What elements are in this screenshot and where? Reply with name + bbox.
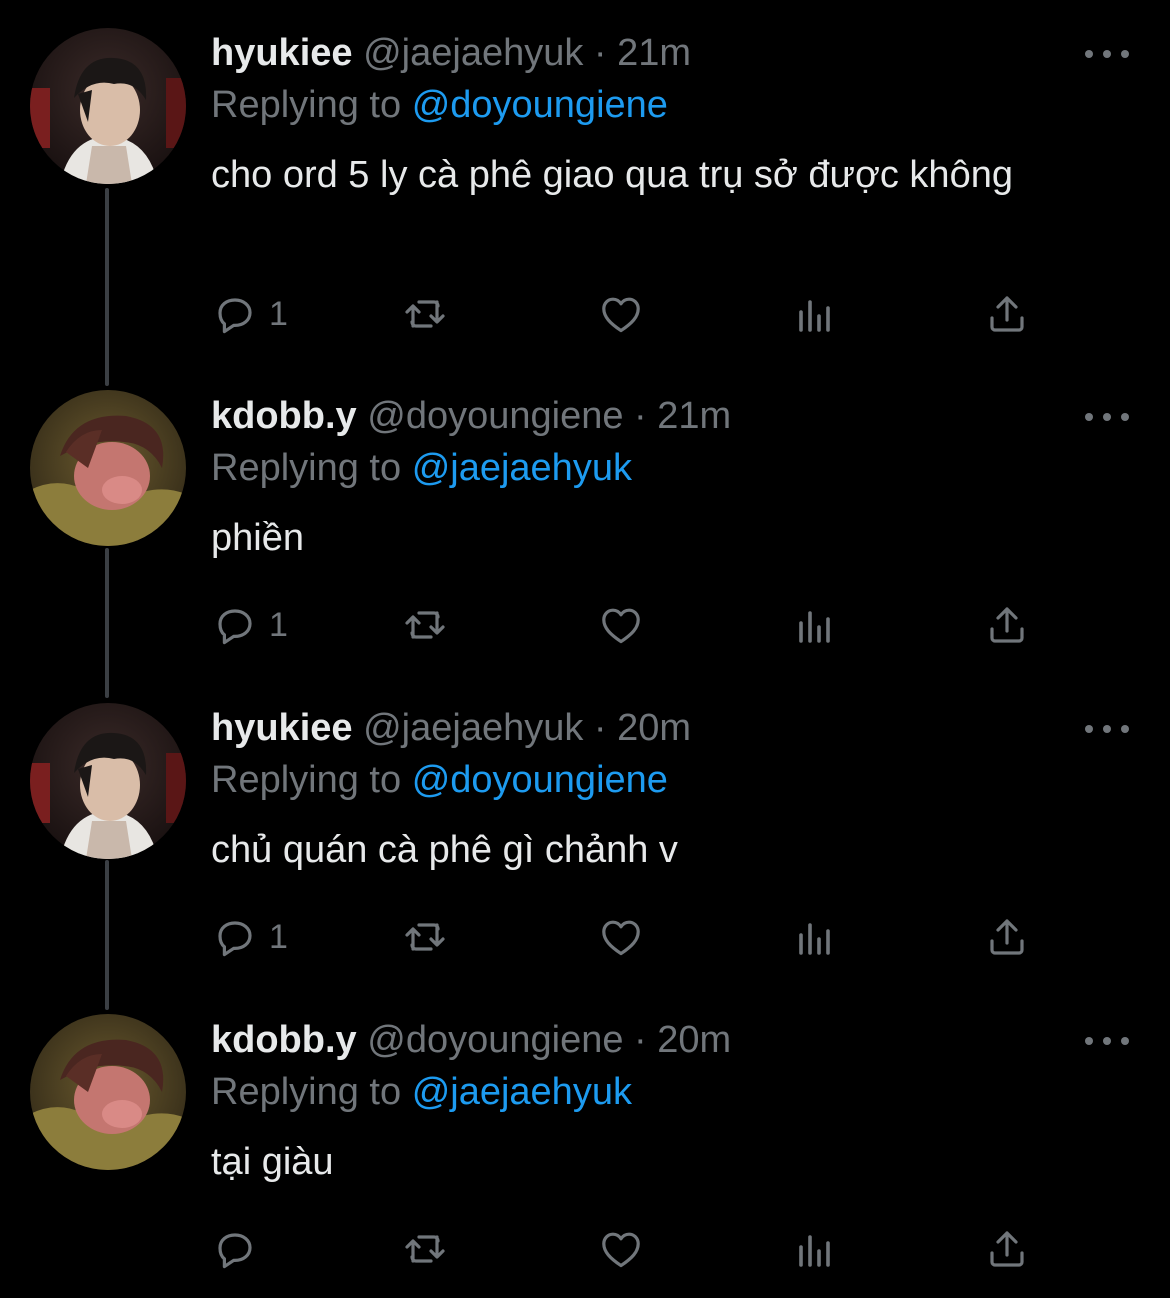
retweet-button[interactable] [401, 913, 449, 961]
avatar[interactable] [30, 28, 186, 184]
replying-label: Replying to [211, 447, 402, 489]
tweet[interactable]: kdobb.y @doyoungiene · 21m Replying to @… [0, 363, 1170, 675]
tweet[interactable]: hyukiee @jaejaehyuk · 20m Replying to @d… [0, 675, 1170, 987]
retweet-button[interactable] [401, 290, 449, 338]
tweet-header: hyukiee @jaejaehyuk · 20m [211, 705, 691, 751]
separator: · [593, 707, 607, 749]
timestamp[interactable]: 20m [617, 707, 691, 749]
heart-icon [602, 608, 640, 644]
user-handle[interactable]: @doyoungiene [367, 395, 623, 437]
share-icon [990, 1231, 1024, 1267]
more-icon[interactable] [1085, 719, 1129, 739]
share-icon [990, 919, 1024, 955]
reply-count: 1 [269, 605, 288, 644]
retweet-icon [405, 611, 445, 639]
tweet-text: cho ord 5 ly cà phê giao qua trụ sở được… [211, 154, 1013, 196]
replying-to: Replying to @doyoungiene [211, 757, 668, 803]
reply-count: 1 [269, 294, 288, 333]
tweet-header: kdobb.y @doyoungiene · 21m [211, 393, 731, 439]
action-bar: 1 [211, 290, 1031, 338]
more-icon[interactable] [1085, 1031, 1129, 1051]
avatar[interactable] [30, 1014, 186, 1170]
like-button[interactable] [597, 913, 645, 961]
display-name[interactable]: kdobb.y [211, 395, 357, 437]
retweet-icon [405, 1235, 445, 1263]
user-handle[interactable]: @jaejaehyuk [363, 707, 583, 749]
timestamp[interactable]: 21m [617, 32, 691, 74]
analytics-button[interactable] [791, 601, 839, 649]
mention-link[interactable]: @doyoungiene [412, 84, 668, 126]
replying-label: Replying to [211, 759, 402, 801]
reply-count: 1 [269, 917, 288, 956]
share-button[interactable] [983, 913, 1031, 961]
reply-button[interactable] [211, 1225, 269, 1273]
analytics-button[interactable] [791, 1225, 839, 1273]
replying-label: Replying to [211, 84, 402, 126]
tweet-header: hyukiee @jaejaehyuk · 21m [211, 30, 691, 76]
tweet-thread: hyukiee @jaejaehyuk · 21m Replying to @d… [0, 0, 1170, 1298]
heart-icon [602, 297, 640, 333]
analytics-button[interactable] [791, 913, 839, 961]
reply-button[interactable]: 1 [211, 601, 288, 649]
retweet-button[interactable] [401, 1225, 449, 1273]
tweet-header: kdobb.y @doyoungiene · 20m [211, 1017, 731, 1063]
action-bar: 1 [211, 601, 1031, 649]
replying-to: Replying to @doyoungiene [211, 82, 668, 128]
mention-link[interactable]: @jaejaehyuk [412, 447, 632, 489]
tweet[interactable]: hyukiee @jaejaehyuk · 21m Replying to @d… [0, 0, 1170, 334]
avatar[interactable] [30, 703, 186, 859]
action-bar: 1 [211, 913, 1031, 961]
timestamp[interactable]: 21m [657, 395, 731, 437]
retweet-icon [405, 923, 445, 951]
action-bar [211, 1225, 1031, 1273]
like-button[interactable] [597, 601, 645, 649]
more-icon[interactable] [1085, 44, 1129, 64]
retweet-icon [405, 300, 445, 328]
share-button[interactable] [983, 601, 1031, 649]
replying-label: Replying to [211, 1071, 402, 1113]
replying-to: Replying to @jaejaehyuk [211, 1069, 632, 1115]
separator: · [593, 32, 607, 74]
heart-icon [602, 920, 640, 956]
share-button[interactable] [983, 290, 1031, 338]
reply-icon [218, 609, 252, 645]
tweet-text: tại giàu [211, 1141, 334, 1183]
analytics-icon [799, 1235, 830, 1267]
replying-to: Replying to @jaejaehyuk [211, 445, 632, 491]
analytics-icon [799, 923, 830, 955]
reply-icon [218, 1233, 252, 1269]
like-button[interactable] [597, 1225, 645, 1273]
reply-button[interactable]: 1 [211, 290, 288, 338]
share-icon [990, 296, 1024, 332]
analytics-icon [799, 300, 830, 332]
like-button[interactable] [597, 290, 645, 338]
more-icon[interactable] [1085, 407, 1129, 427]
tweet-text: phiền [211, 517, 304, 559]
analytics-button[interactable] [791, 290, 839, 338]
mention-link[interactable]: @jaejaehyuk [412, 1071, 632, 1113]
tweet-text: chủ quán cà phê gì chảnh v [211, 829, 678, 871]
tweet[interactable]: kdobb.y @doyoungiene · 20m Replying to @… [0, 987, 1170, 1298]
avatar[interactable] [30, 390, 186, 546]
user-handle[interactable]: @jaejaehyuk [363, 32, 583, 74]
timestamp[interactable]: 20m [657, 1019, 731, 1061]
share-button[interactable] [983, 1225, 1031, 1273]
display-name[interactable]: kdobb.y [211, 1019, 357, 1061]
reply-button[interactable]: 1 [211, 913, 288, 961]
heart-icon [602, 1232, 640, 1268]
display-name[interactable]: hyukiee [211, 707, 353, 749]
share-icon [990, 607, 1024, 643]
display-name[interactable]: hyukiee [211, 32, 353, 74]
analytics-icon [799, 611, 830, 643]
separator: · [634, 395, 647, 437]
separator: · [634, 1019, 647, 1061]
mention-link[interactable]: @doyoungiene [412, 759, 668, 801]
user-handle[interactable]: @doyoungiene [367, 1019, 623, 1061]
reply-icon [218, 298, 252, 334]
reply-icon [218, 921, 252, 957]
retweet-button[interactable] [401, 601, 449, 649]
